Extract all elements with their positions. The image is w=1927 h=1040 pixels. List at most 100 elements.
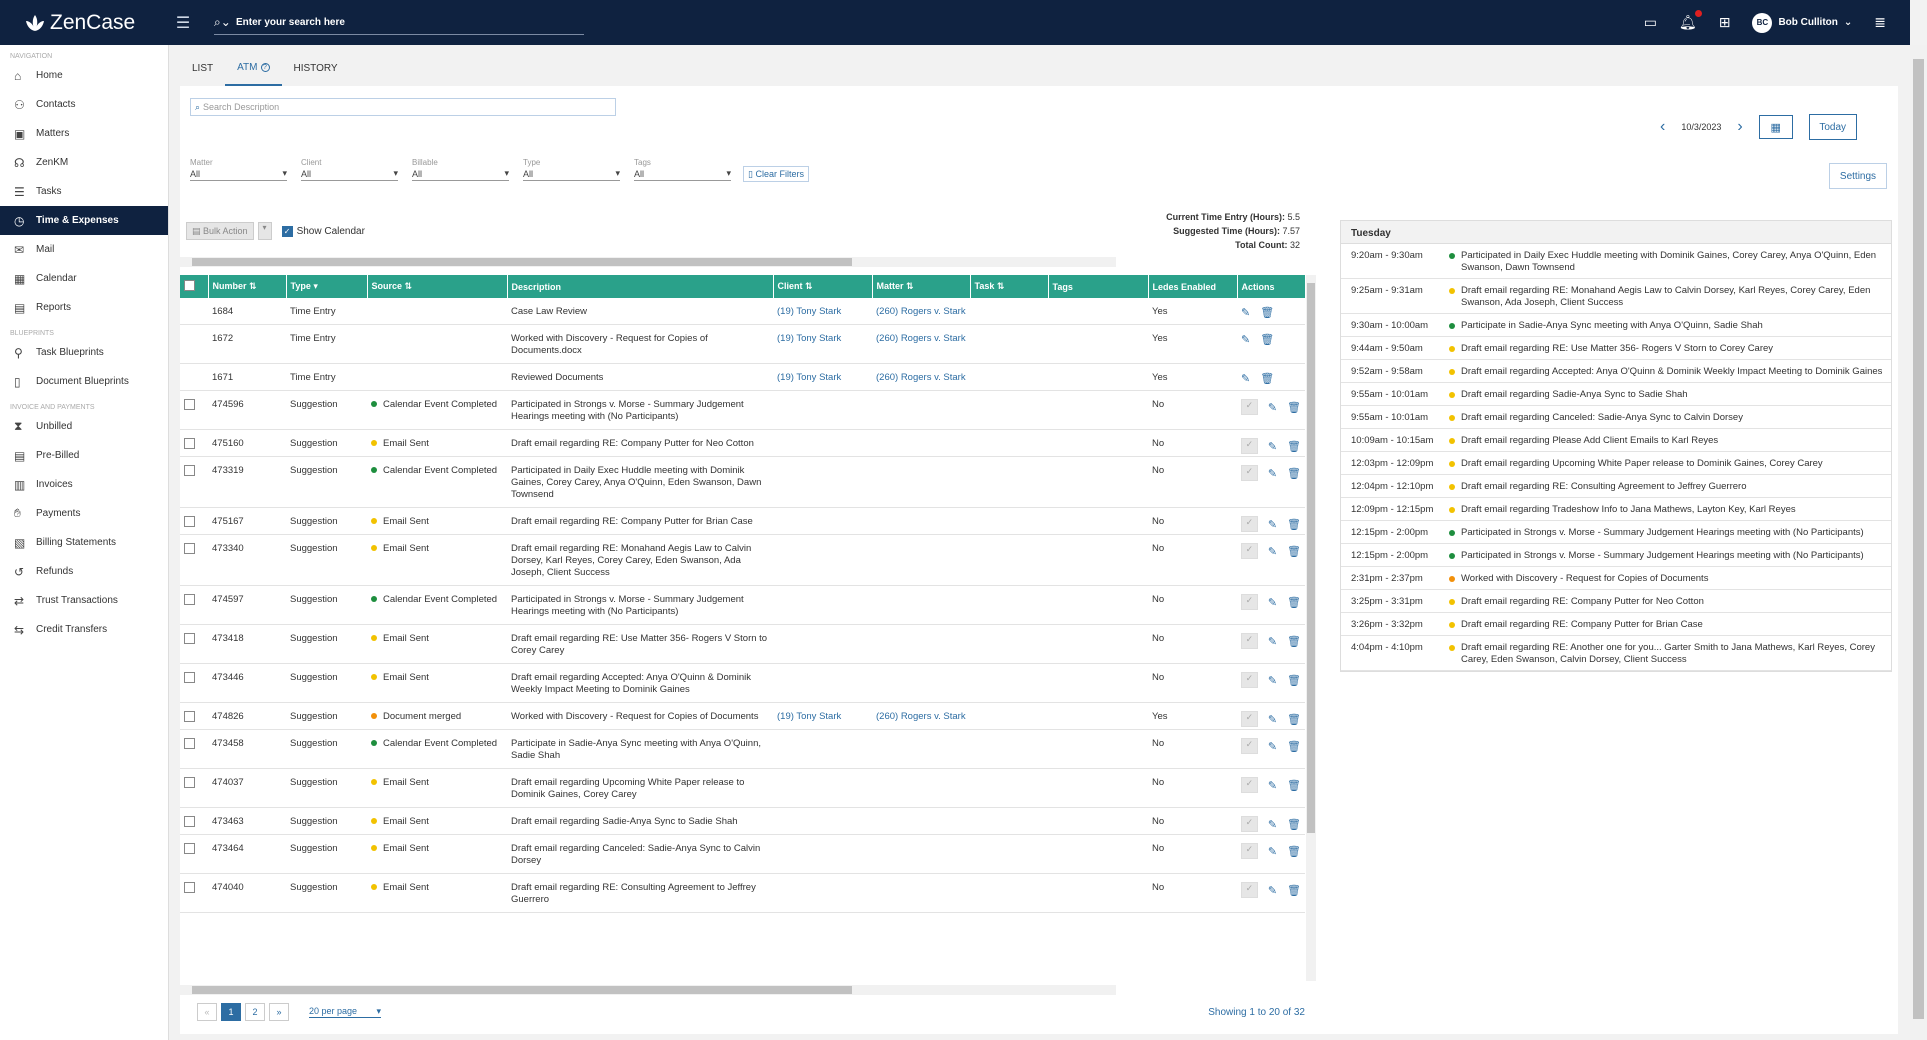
approve-button[interactable]: ✓ — [1241, 516, 1258, 532]
edit-icon[interactable]: ✎ — [1268, 518, 1277, 531]
column-description[interactable]: Description — [507, 275, 774, 298]
column-source[interactable]: Source ⇅ — [367, 275, 508, 298]
calendar-event[interactable]: 3:26pm - 3:32pm Draft email regarding RE:… — [1341, 613, 1891, 636]
cell-matter[interactable]: (260) Rogers v. Stark — [872, 324, 970, 364]
table-row[interactable]: 474597 Suggestion Calendar Event Completed… — [180, 585, 1305, 625]
calendar-event[interactable]: 4:04pm - 4:10pm Draft email regarding RE:… — [1341, 636, 1891, 671]
column-number[interactable]: Number ⇅ — [208, 275, 287, 298]
bulk-action-dropdown[interactable]: ▾ — [257, 222, 272, 240]
table-row[interactable]: 473319 Suggestion Calendar Event Completed… — [180, 456, 1305, 508]
delete-icon[interactable]: 🗑︎ — [1287, 467, 1301, 480]
table-row[interactable]: 473463 Suggestion Email Sent Draft email re… — [180, 807, 1305, 835]
cell-client[interactable] — [773, 585, 872, 625]
delete-icon[interactable]: 🗑︎ — [1287, 596, 1301, 609]
show-calendar-checkbox[interactable]: ✓ — [281, 225, 293, 237]
row-checkbox[interactable] — [184, 465, 195, 476]
table-horizontal-scrollbar[interactable] — [180, 257, 1116, 267]
cell-matter[interactable] — [872, 507, 970, 535]
cell-client[interactable] — [773, 768, 872, 808]
column-matter[interactable]: Matter ⇅ — [872, 275, 971, 298]
table-row[interactable]: 474040 Suggestion Email Sent Draft email re… — [180, 873, 1305, 913]
filter-matter[interactable]: Matter All ▾ — [190, 158, 287, 181]
show-calendar-toggle[interactable]: ✓ Show Calendar — [281, 225, 365, 237]
table-row[interactable]: 473458 Suggestion Calendar Event Completed… — [180, 729, 1305, 769]
calendar-event[interactable]: 3:25pm - 3:31pm Draft email regarding RE:… — [1341, 590, 1891, 613]
scrollbar-thumb[interactable] — [192, 986, 852, 994]
edit-icon[interactable]: ✎ — [1241, 333, 1250, 346]
calendar-event[interactable]: 9:30am - 10:00am Participate in Sadie-Any… — [1341, 314, 1891, 337]
add-icon[interactable]: ⊞ — [1719, 14, 1731, 31]
delete-icon[interactable]: 🗑︎ — [1287, 545, 1301, 558]
delete-icon[interactable]: 🗑︎ — [1287, 818, 1301, 831]
approve-button[interactable]: ✓ — [1241, 594, 1258, 610]
delete-icon[interactable]: 🗑︎ — [1260, 306, 1274, 319]
cell-client[interactable] — [773, 624, 872, 664]
approve-button[interactable]: ✓ — [1241, 465, 1258, 481]
table-row[interactable]: 1671 Time Entry Reviewed Documents (19) Ton… — [180, 363, 1305, 391]
calendar-event[interactable]: 12:03pm - 12:09pm Draft email regarding U… — [1341, 452, 1891, 475]
sidebar-item-trust-transactions[interactable]: ⇄ Trust Transactions — [0, 586, 168, 615]
approve-button[interactable]: ✓ — [1241, 438, 1258, 454]
filter-tags[interactable]: Tags All ▾ — [634, 158, 731, 181]
cell-matter[interactable] — [872, 873, 970, 913]
per-page-select[interactable]: 20 per page ▾ — [309, 1006, 381, 1018]
chevron-left-icon[interactable]: ‹ — [1660, 118, 1665, 136]
edit-icon[interactable]: ✎ — [1268, 818, 1277, 831]
description-search-input[interactable]: Search Description — [203, 102, 279, 112]
delete-icon[interactable]: 🗑︎ — [1287, 884, 1301, 897]
sidebar-item-tasks[interactable]: ☰ Tasks — [0, 177, 168, 206]
edit-icon[interactable]: ✎ — [1268, 440, 1277, 453]
sidebar-item-billing-statements[interactable]: ▧ Billing Statements — [0, 528, 168, 557]
row-checkbox[interactable] — [184, 543, 195, 554]
approve-button[interactable]: ✓ — [1241, 816, 1258, 832]
chevron-right-icon[interactable]: › — [1737, 118, 1742, 136]
sidebar-item-home[interactable]: ⌂ Home — [0, 61, 168, 90]
sidebar-item-payments[interactable]: ✋︎ Payments — [0, 499, 168, 528]
delete-icon[interactable]: 🗑︎ — [1287, 518, 1301, 531]
page-2-button[interactable]: 2 — [245, 1003, 265, 1021]
filter-billable[interactable]: Billable All ▾ — [412, 158, 509, 181]
delete-icon[interactable]: 🗑︎ — [1287, 845, 1301, 858]
page-1-button[interactable]: 1 — [221, 1003, 241, 1021]
cell-client[interactable] — [773, 507, 872, 535]
tab-history[interactable]: HISTORY — [282, 56, 350, 86]
sidebar-item-calendar[interactable]: ▦ Calendar — [0, 264, 168, 293]
calendar-event[interactable]: 10:09am - 10:15am Draft email regarding P… — [1341, 429, 1891, 452]
approve-button[interactable]: ✓ — [1241, 882, 1258, 898]
cell-client[interactable] — [773, 390, 872, 430]
scrollbar-thumb[interactable] — [1913, 59, 1924, 1019]
table-row[interactable]: 1672 Time Entry Worked with Discovery - Re… — [180, 324, 1305, 364]
sidebar-item-reports[interactable]: ▤ Reports — [0, 293, 168, 322]
row-checkbox[interactable] — [184, 738, 195, 749]
edit-icon[interactable]: ✎ — [1268, 845, 1277, 858]
cell-client[interactable] — [773, 807, 872, 835]
sidebar-item-credit-transfers[interactable]: ⇆ Credit Transfers — [0, 615, 168, 644]
cell-matter[interactable]: (260) Rogers v. Stark — [872, 702, 970, 730]
sidebar-item-task-blueprints[interactable]: ⚲ Task Blueprints — [0, 338, 168, 367]
column-task[interactable]: Task ⇅ — [970, 275, 1049, 298]
prev-page-button[interactable]: « — [197, 1003, 217, 1021]
today-button[interactable]: Today — [1808, 114, 1857, 140]
calendar-event[interactable]: 9:25am - 9:31am Draft email regarding RE:… — [1341, 279, 1891, 314]
table-row[interactable]: 474826 Suggestion Document merged Worked wi… — [180, 702, 1305, 730]
row-checkbox[interactable] — [184, 843, 195, 854]
cell-matter[interactable] — [872, 729, 970, 769]
delete-icon[interactable]: 🗑︎ — [1260, 333, 1274, 346]
row-checkbox[interactable] — [184, 399, 195, 410]
edit-icon[interactable]: ✎ — [1241, 372, 1250, 385]
cell-client[interactable] — [773, 873, 872, 913]
column-type[interactable]: Type ▾ — [286, 275, 368, 298]
approve-button[interactable]: ✓ — [1241, 672, 1258, 688]
cell-client[interactable]: (19) Tony Stark — [773, 324, 872, 364]
calendar-event[interactable]: 9:55am - 10:01am Draft email regarding Ca… — [1341, 406, 1891, 429]
description-search[interactable]: ⌕ Search Description — [190, 98, 616, 116]
table-row[interactable]: 473340 Suggestion Email Sent Draft email re… — [180, 534, 1305, 586]
cell-client[interactable] — [773, 729, 872, 769]
row-checkbox[interactable] — [184, 882, 195, 893]
cell-matter[interactable] — [872, 456, 970, 508]
sidebar-item-mail[interactable]: ✉ Mail — [0, 235, 168, 264]
delete-icon[interactable]: 🗑︎ — [1287, 635, 1301, 648]
delete-icon[interactable]: 🗑︎ — [1287, 713, 1301, 726]
scrollbar-thumb[interactable] — [1307, 283, 1315, 833]
global-search[interactable]: ⌕⌄ Enter your search here — [214, 11, 584, 35]
